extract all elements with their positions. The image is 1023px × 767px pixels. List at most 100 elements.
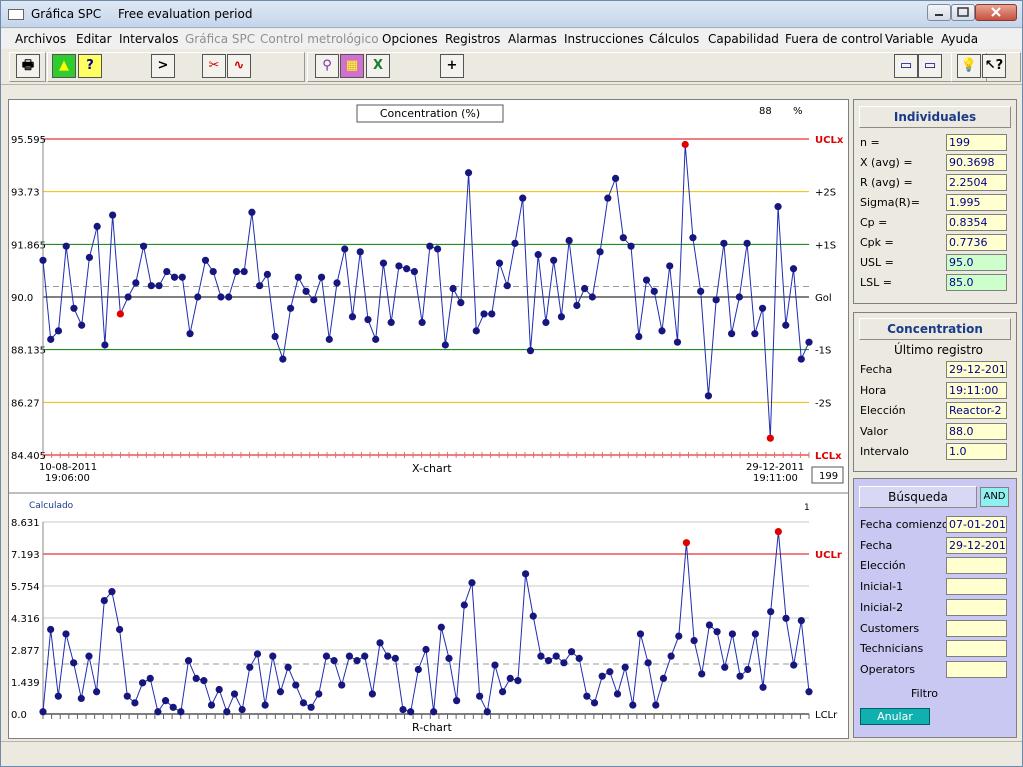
close-button[interactable] [975, 4, 1017, 21]
rchart-point [598, 672, 606, 680]
filter-label: Filtro [911, 687, 938, 700]
rchart-point [116, 625, 124, 634]
menu-item-2[interactable]: Intervalos [119, 32, 179, 46]
busqueda-field-4[interactable] [946, 598, 1007, 616]
menu-item-10[interactable]: Capabilidad [708, 32, 779, 46]
busqueda-field-0[interactable]: 07-01-2011 [946, 516, 1007, 533]
rchart-y-tick-1: 7.193 [11, 550, 40, 561]
rchart-y-tick-6: 0.0 [11, 710, 27, 721]
last-record-label: Último registro [894, 343, 983, 357]
busqueda-field-6[interactable] [946, 640, 1007, 658]
concentration-field-4[interactable]: 1.0 [946, 443, 1007, 460]
busqueda-field-3[interactable] [946, 578, 1007, 596]
individuales-field-7[interactable]: 85.0 [946, 274, 1007, 291]
xchart-point [418, 318, 426, 327]
individuales-field-2[interactable]: 2.2504 [946, 174, 1007, 191]
individuales-field-6[interactable]: 95.0 [946, 254, 1007, 271]
xchart-point [588, 293, 596, 301]
context-help-button[interactable]: ↖? [982, 54, 1006, 78]
menu-item-13[interactable]: Ayuda [941, 32, 978, 46]
menu-item-8[interactable]: Instrucciones [564, 32, 644, 46]
next-button[interactable]: > [151, 54, 175, 78]
xchart-point [697, 287, 705, 295]
context-help-icon: ↖? [984, 58, 1004, 73]
menu-item-12[interactable]: Variable [885, 32, 934, 46]
menu-item-0[interactable]: Archivos [15, 32, 66, 46]
menu-item-3[interactable]: Gráfica SPC [185, 32, 255, 46]
menu-item-4[interactable]: Control metrológico [260, 32, 379, 46]
alarm-button[interactable]: ▲ [52, 54, 76, 78]
individuales-field-5[interactable]: 0.7736 [946, 234, 1007, 251]
individuales-field-3[interactable]: 1.995 [946, 194, 1007, 211]
xchart-point [542, 318, 550, 327]
xchart-point [689, 234, 697, 242]
xchart-limit-label-0: UCLx [815, 135, 844, 146]
individuales-label-6: USL = [860, 256, 894, 269]
individuales-field-0[interactable]: 199 [946, 134, 1007, 151]
rchart-point [238, 705, 246, 714]
busqueda-title: Búsqueda [859, 486, 977, 508]
rchart-point [414, 665, 422, 674]
rchart-point [721, 663, 729, 671]
busqueda-field-1[interactable]: 29-12-2011 [946, 536, 1007, 554]
application-window: Gráfica SPC Free evaluation period Archi… [0, 0, 1023, 767]
rchart-point [330, 657, 338, 665]
help-button[interactable]: ? [78, 54, 102, 78]
bell-icon: ▲ [59, 58, 69, 73]
spc-charts[interactable]: Concentration (%) 88 % UCLx +2S +1S Gol -1S -2S L… [9, 100, 848, 738]
rchart-point [529, 612, 537, 620]
xchart-name: X-chart [412, 462, 452, 475]
cut-button[interactable]: ✂ [202, 54, 226, 78]
lightbulb-button[interactable]: 💡 [957, 54, 981, 78]
menu-item-5[interactable]: Opciones [382, 32, 438, 46]
minimize-button[interactable] [927, 4, 951, 21]
concentration-label-4: Intervalo [860, 445, 909, 458]
rchart-limit-label-0: UCLr [815, 550, 842, 561]
maximize-button[interactable] [951, 4, 975, 21]
rchart-point [728, 630, 737, 638]
xchart-point [302, 287, 310, 295]
rchart-point [230, 690, 239, 698]
monitor2-button[interactable]: ▭ [918, 54, 942, 78]
status-bar [1, 741, 1022, 766]
busqueda-field-2[interactable] [946, 557, 1007, 575]
busqueda-field-5[interactable] [946, 619, 1007, 637]
xchart-point [93, 222, 101, 231]
xchart-point [341, 245, 349, 253]
menu-item-1[interactable]: Editar [76, 32, 112, 46]
xchart-limit-label-6: LCLx [815, 451, 842, 462]
rchart-limit-label-1: LCLr [815, 710, 838, 721]
concentration-field-1[interactable]: 19:11:00 [946, 381, 1007, 399]
concentration-field-2[interactable]: Reactor-2 [946, 402, 1007, 419]
lightbulb-icon: 💡 [960, 58, 978, 73]
rchart-point [192, 674, 200, 683]
busqueda-field-7[interactable] [946, 660, 1007, 678]
menu-item-6[interactable]: Registros [445, 32, 500, 46]
rchart-point [399, 705, 407, 714]
individuales-field-1[interactable]: 90.3698 [946, 154, 1007, 171]
concentration-field-3[interactable]: 88.0 [946, 422, 1007, 440]
monitor-button[interactable]: ▭ [894, 54, 918, 78]
rchart-point [659, 674, 668, 683]
excel-button[interactable]: X [366, 54, 390, 78]
print-button[interactable]: 🖶 [16, 54, 40, 78]
add-button[interactable]: + [440, 54, 464, 78]
rchart-point [713, 628, 721, 636]
calculator-icon: ▦ [345, 58, 359, 73]
title-bar[interactable]: Gráfica SPC Free evaluation period [1, 1, 1022, 28]
rchart-point [544, 657, 553, 665]
cancel-filter-button[interactable]: Anular [860, 708, 930, 725]
calculator-button[interactable]: ▦ [340, 54, 364, 78]
rchart-point [200, 677, 208, 685]
and-toggle-button[interactable]: AND [980, 487, 1009, 507]
concentration-field-0[interactable]: 29-12-2011 [946, 361, 1007, 378]
filter-button[interactable]: ⚲ [315, 54, 339, 78]
xchart-point [604, 194, 612, 202]
individuales-field-4[interactable]: 0.8354 [946, 214, 1007, 231]
menu-item-9[interactable]: Cálculos [649, 32, 699, 46]
busqueda-label-2: Elección [860, 559, 906, 573]
menu-item-11[interactable]: Fuera de control [785, 32, 883, 46]
chart-view-button[interactable]: ∿ [227, 54, 251, 78]
menu-item-7[interactable]: Alarmas [508, 32, 557, 46]
xchart-point [441, 341, 449, 349]
